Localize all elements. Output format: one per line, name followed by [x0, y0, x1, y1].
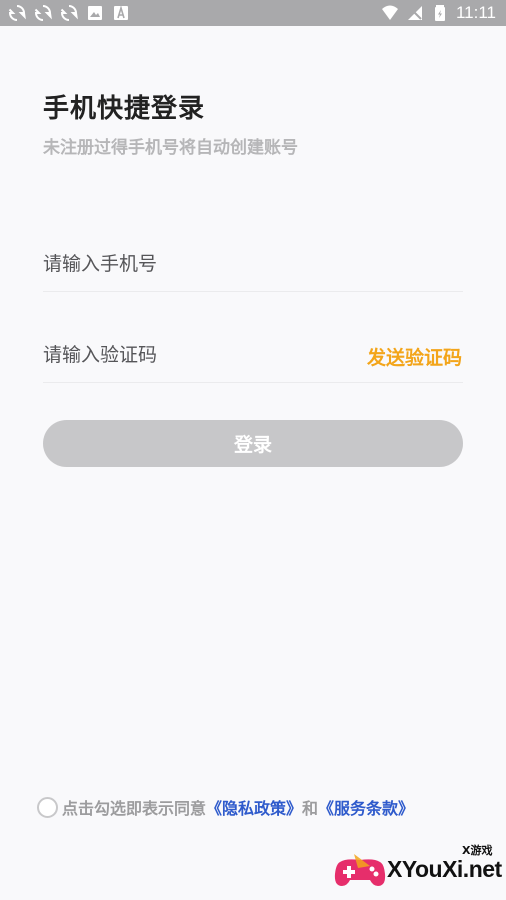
status-time: 11:11 — [455, 3, 496, 22]
privacy-policy-link[interactable]: 《隐私政策》 — [206, 795, 302, 819]
status-bar: 11:11 — [0, 0, 506, 26]
image-icon — [88, 6, 102, 20]
gamepad-logo-icon — [334, 854, 386, 886]
watermark-text: XYouXi.net — [387, 856, 502, 882]
page-subtitle: 未注册过得手机号将自动创建账号 — [43, 138, 298, 158]
agreement-row: 点击勾选即表示同意 《隐私政策》 和 《服务条款》 — [37, 795, 414, 819]
no-sim-icon — [407, 6, 422, 20]
code-field: 发送验证码 — [43, 335, 463, 383]
wifi-icon — [381, 5, 398, 20]
sync-icon — [8, 5, 26, 21]
agreement-conjunction: 和 — [302, 799, 319, 818]
terms-of-service-link[interactable]: 《服务条款》 — [318, 795, 414, 819]
sync-icon — [34, 5, 52, 21]
sync-icon — [60, 5, 78, 21]
status-bar-notifications — [8, 4, 130, 22]
watermark: X游戏 XYouXi.net — [332, 840, 502, 896]
phone-field — [43, 244, 463, 292]
login-button[interactable]: 登录 — [43, 420, 463, 467]
agreement-text: 点击勾选即表示同意 — [62, 799, 207, 818]
phone-input[interactable] — [43, 244, 323, 284]
agreement-checkbox[interactable] — [37, 796, 58, 818]
battery-icon — [434, 5, 445, 21]
verification-code-input[interactable] — [43, 335, 323, 375]
status-bar-system: 11:11 — [381, 2, 496, 24]
page-title: 手机快捷登录 — [43, 94, 206, 124]
send-code-button[interactable]: 发送验证码 — [367, 343, 462, 370]
font-icon — [114, 5, 128, 20]
